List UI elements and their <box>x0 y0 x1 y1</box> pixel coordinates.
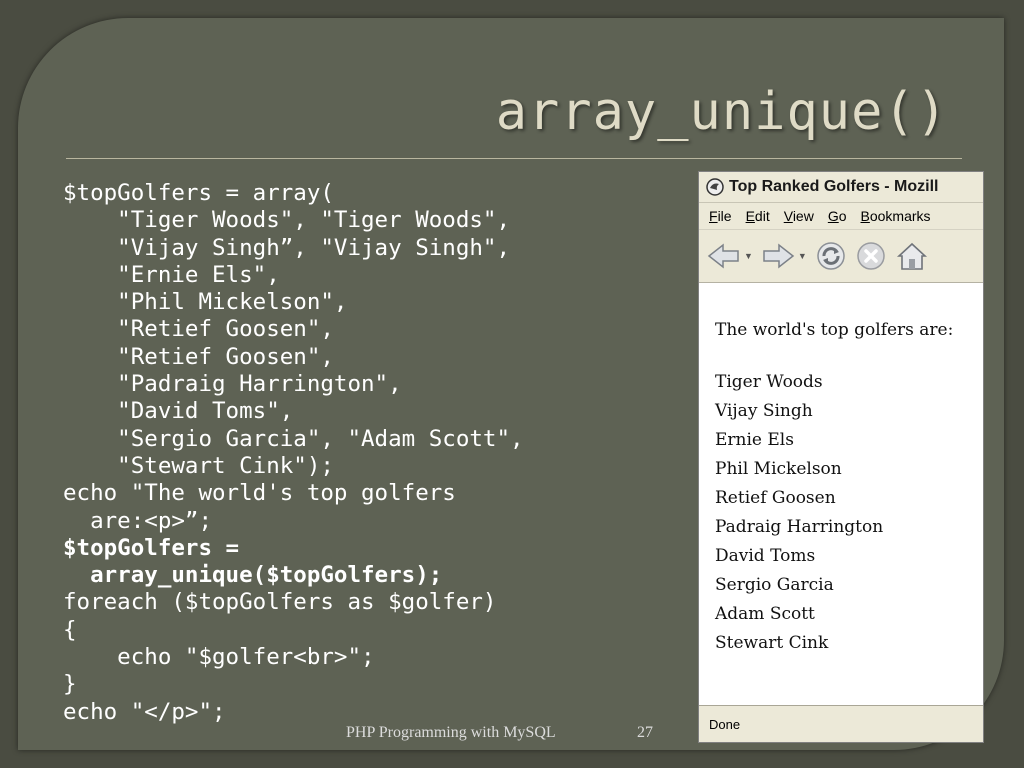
menu-item[interactable]: Go <box>828 208 847 224</box>
golfer-list-item: Stewart Cink <box>715 633 829 653</box>
home-icon <box>896 242 927 270</box>
code-line: } <box>63 671 77 698</box>
code-block: $topGolfers = array( "Tiger Woods", "Tig… <box>63 180 683 726</box>
slide-page-number: 27 <box>637 724 653 741</box>
code-line: $topGolfers = array( <box>63 180 334 206</box>
stop-button[interactable] <box>855 240 887 272</box>
menu-item-accel: E <box>745 208 755 224</box>
code-line: echo "$golfer<br>"; <box>63 644 375 671</box>
menu-item-accel: G <box>827 208 839 224</box>
menu-item[interactable]: View <box>784 208 814 224</box>
stop-icon <box>857 242 885 270</box>
reload-icon <box>817 242 845 270</box>
code-line: "Vijay Singh”, "Vijay Singh", <box>63 234 511 261</box>
golfer-list-item: Tiger Woods <box>715 372 823 392</box>
menu-item[interactable]: File <box>709 208 732 224</box>
code-line: "David Toms", <box>63 398 294 425</box>
browser-toolbar: ▼ ▼ <box>699 230 983 283</box>
golfer-list-item: Sergio Garcia <box>715 575 834 595</box>
code-line: are:<p>”; <box>63 507 213 534</box>
browser-window-title: Top Ranked Golfers - Mozill <box>729 178 939 195</box>
code-line: foreach ($topGolfers as $golfer) <box>63 589 497 616</box>
menu-item-label: ile <box>717 208 732 224</box>
menu-item-label: o <box>838 208 847 224</box>
back-button[interactable]: ▼ <box>707 241 753 271</box>
forward-arrow-icon <box>763 243 795 269</box>
slide-title: array_unique() <box>495 82 948 142</box>
menu-item[interactable]: Edit <box>746 208 770 224</box>
code-line: { <box>63 616 77 643</box>
menu-item-accel: B <box>860 208 870 224</box>
browser-page-content: The world's top golfers are: Tiger Woods… <box>699 284 983 704</box>
code-line: "Retief Goosen", <box>63 343 334 370</box>
menu-item-label: ookmarks <box>869 208 931 224</box>
status-text: Done <box>709 716 741 732</box>
code-line: "Stewart Cink"); <box>63 452 334 479</box>
golfer-list-item: David Toms <box>715 546 816 566</box>
mozilla-app-icon <box>706 178 724 196</box>
golfer-list-item: Adam Scott <box>715 604 815 624</box>
title-divider <box>66 158 962 159</box>
reload-button[interactable] <box>815 240 847 272</box>
code-line: "Tiger Woods", "Tiger Woods", <box>63 207 511 234</box>
menu-item[interactable]: Bookmarks <box>861 208 931 224</box>
menu-item-accel: V <box>783 208 793 224</box>
golfer-list: Tiger Woods Vijay Singh Ernie Els Phil Mick… <box>715 368 967 658</box>
browser-statusbar: Done <box>699 705 983 742</box>
code-line: "Sergio Garcia", "Adam Scott", <box>63 425 524 452</box>
browser-window-screenshot: Top Ranked Golfers - Mozill File Edit View… <box>698 171 984 743</box>
code-line: "Phil Mickelson", <box>63 289 348 316</box>
code-line: echo "</p>"; <box>63 698 226 725</box>
code-line: "Retief Goosen", <box>63 316 334 343</box>
golfer-list-item: Ernie Els <box>715 430 794 450</box>
menu-item-label: dit <box>754 208 770 224</box>
forward-button[interactable]: ▼ <box>761 241 807 271</box>
golfer-list-item: Phil Mickelson <box>715 459 842 479</box>
golfer-list-item: Retief Goosen <box>715 488 836 508</box>
menu-item-label: iew <box>792 208 814 224</box>
code-line: array_unique($topGolfers); <box>63 562 443 589</box>
browser-titlebar: Top Ranked Golfers - Mozill <box>699 172 983 203</box>
code-line: $topGolfers = <box>63 534 240 561</box>
back-arrow-icon <box>707 243 739 269</box>
slide-footer: PHP Programming with MySQL <box>346 724 556 741</box>
forward-dropdown-icon[interactable]: ▼ <box>798 251 807 261</box>
code-line: "Padraig Harrington", <box>63 371 402 398</box>
menu-item-accel: F <box>709 208 718 224</box>
home-button[interactable] <box>895 240 929 272</box>
browser-menubar: File Edit View Go Bookmarks <box>699 203 983 230</box>
intro-text: The world's top golfers are: <box>715 320 954 340</box>
back-dropdown-icon[interactable]: ▼ <box>744 251 753 261</box>
golfer-list-item: Padraig Harrington <box>715 517 884 537</box>
code-line: "Ernie Els", <box>63 261 280 288</box>
code-line: echo "The world's top golfers <box>63 480 456 507</box>
golfer-list-item: Vijay Singh <box>715 401 813 421</box>
